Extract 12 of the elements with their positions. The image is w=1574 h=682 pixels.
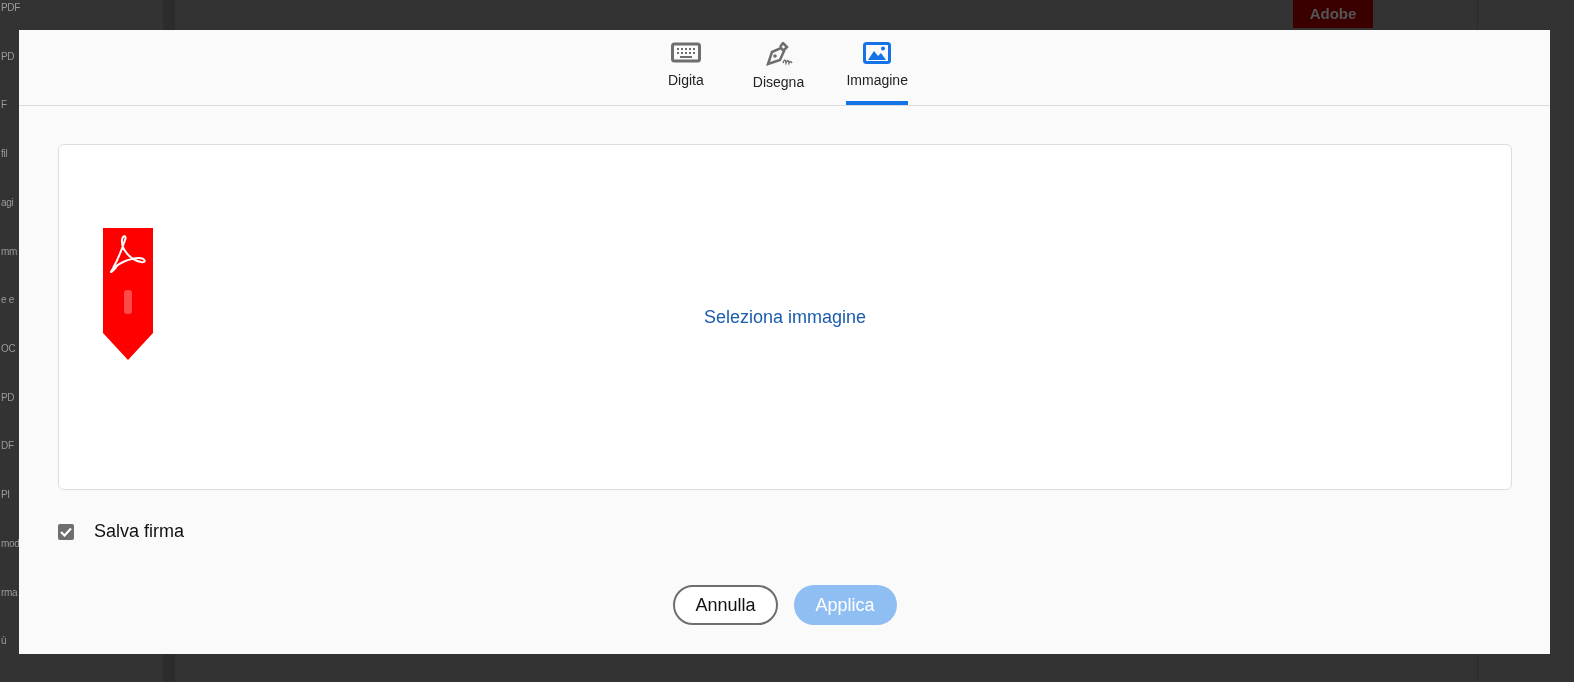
logo-badge: Adobe <box>1293 0 1373 28</box>
keyboard-icon <box>670 42 701 64</box>
pen-icon <box>763 42 794 66</box>
cancel-button[interactable]: Annulla <box>673 585 778 625</box>
select-image-link[interactable]: Seleziona immagine <box>703 303 867 331</box>
checkbox[interactable] <box>58 523 74 540</box>
checkbox-label: Salva firma <box>94 520 185 543</box>
image-icon <box>863 42 892 64</box>
tab[interactable]: Digita <box>660 30 711 105</box>
tab[interactable]: Disegna <box>752 30 805 105</box>
image-drop-area[interactable]: Seleziona immagine <box>58 144 1512 490</box>
tab[interactable]: Immagine <box>846 30 909 105</box>
